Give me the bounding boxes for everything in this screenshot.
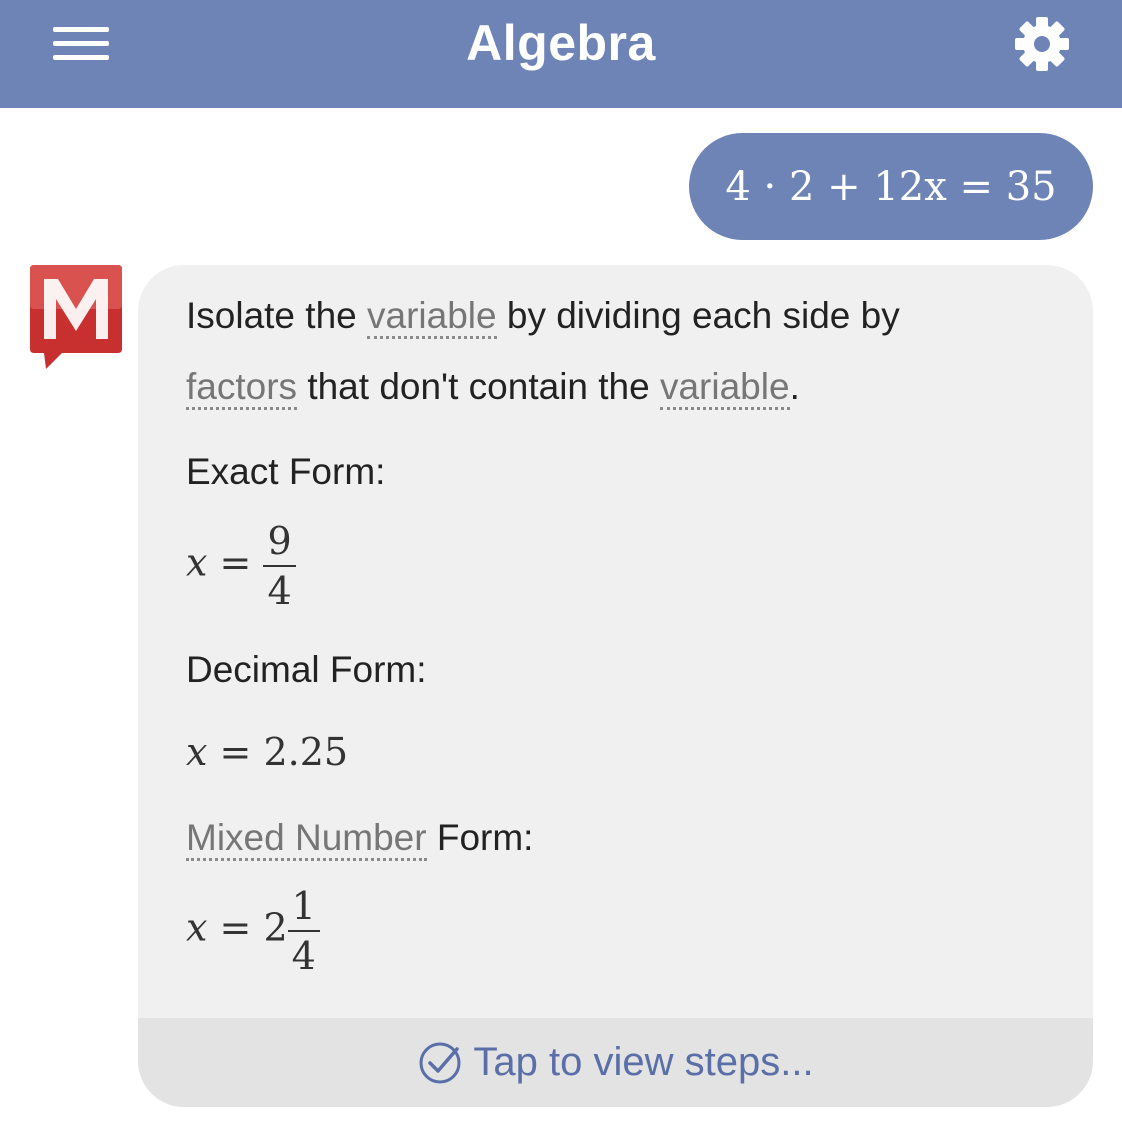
answer-card: Isolate the variable by dividing each si… (138, 265, 1093, 1107)
page-title: Algebra (466, 15, 656, 71)
explanation-text: Isolate the (186, 295, 368, 336)
math-variable: x (186, 730, 208, 774)
decimal-value: 2.25 (263, 730, 349, 774)
mathway-logo-icon (30, 265, 122, 369)
math-equals: = (219, 540, 252, 585)
math-variable: x (186, 540, 208, 585)
math-equals: = (219, 905, 252, 950)
term-link-variable[interactable]: variable (367, 295, 497, 339)
explanation-text: . (789, 366, 800, 407)
fraction: 9 4 (263, 517, 296, 615)
term-link-factors[interactable]: factors (186, 366, 298, 410)
exact-form-result: x = 9 4 (186, 517, 296, 615)
fraction-denominator: 4 (291, 934, 316, 978)
explanation-text: that don't contain the (297, 366, 660, 407)
mixed-form-label: Mixed Number Form: (186, 817, 534, 861)
mixed-form-result: x = 2 1 4 (186, 882, 320, 980)
explanation-line-2: factors that don't contain the variable. (186, 366, 800, 410)
question-expression: 4 · 2 + 12x = 35 (725, 163, 1057, 210)
decimal-form-result: x = 2.25 (186, 730, 348, 774)
decimal-form-label: Decimal Form: (186, 649, 427, 690)
fraction: 1 4 (287, 882, 320, 980)
explanation-text: by dividing each side by (496, 295, 900, 336)
exact-form-label: Exact Form: (186, 451, 386, 492)
view-steps-button[interactable]: Tap to view steps... (138, 1018, 1093, 1107)
top-bar: Algebra (0, 0, 1122, 108)
term-link-variable[interactable]: variable (659, 366, 790, 410)
fraction-numerator: 1 (287, 882, 320, 932)
check-circle-icon (419, 1042, 461, 1083)
question-bubble[interactable]: 4 · 2 + 12x = 35 (689, 133, 1093, 240)
fraction-denominator: 4 (267, 569, 292, 613)
app-root: Algebra 4 · 2 + 12x = 35 Isolate the var… (0, 0, 1122, 1122)
view-steps-label: Tap to view steps... (473, 1040, 814, 1084)
fraction-numerator: 9 (263, 517, 296, 567)
term-link-mixed-number[interactable]: Mixed Number (186, 817, 427, 861)
gear-icon[interactable] (1008, 10, 1076, 78)
math-variable: x (186, 905, 208, 950)
mixed-form-label-text: Form: (426, 817, 534, 858)
mixed-whole: 2 (263, 905, 288, 950)
explanation-line-1: Isolate the variable by dividing each si… (186, 295, 900, 339)
math-equals: = (219, 730, 252, 774)
